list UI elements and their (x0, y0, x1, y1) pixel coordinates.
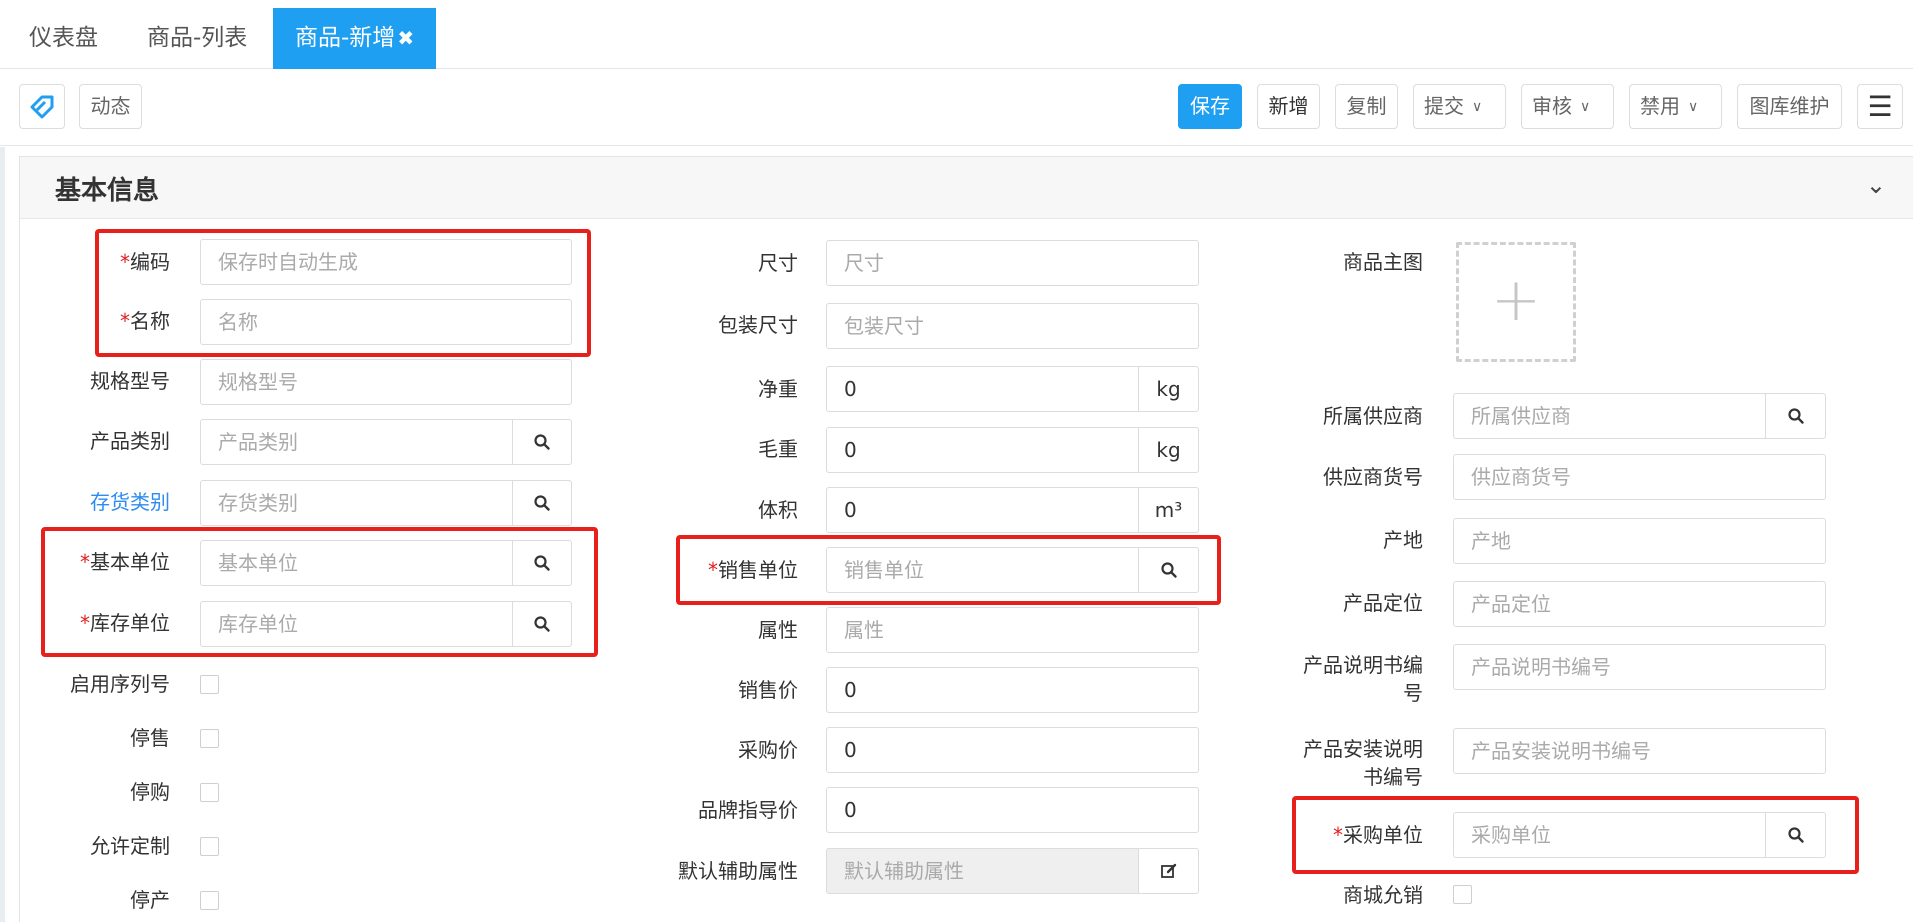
gallery-button[interactable]: 图库维护 (1737, 84, 1842, 129)
mall-allow-label: 商城允销 (1343, 883, 1423, 907)
supplier-search[interactable] (1766, 393, 1826, 439)
tab-product-list[interactable]: 商品-列表 (118, 8, 276, 69)
panel-header[interactable]: 基本信息 ⌄ (20, 157, 1913, 219)
install-no-input[interactable]: 产品安装说明书编号 (1453, 728, 1826, 774)
tag-icon (30, 95, 54, 119)
toolbar: 动态 保存 新增 复制 提交 ∨ 审核 ∨ 禁用 ∨ 图库维护 ☰ (0, 70, 1913, 146)
origin-input[interactable]: 产地 (1453, 518, 1826, 564)
pack-size-input[interactable]: 包装尺寸 (826, 303, 1199, 349)
pack-size-label: 包装尺寸 (718, 313, 798, 337)
spec-label: 规格型号 (90, 369, 170, 393)
tab-product-new[interactable]: 商品-新增 ✖ (273, 8, 437, 69)
spec-input[interactable]: 规格型号 (200, 359, 572, 405)
stop-sale-label: 停售 (130, 726, 170, 750)
purchase-price-label: 采购价 (738, 738, 798, 762)
left-edge (0, 147, 5, 922)
serial-checkbox[interactable] (200, 675, 219, 694)
tab-dashboard[interactable]: 仪表盘 (0, 8, 127, 69)
highlight-box-purchase-unit (1292, 796, 1859, 874)
attribute-label: 属性 (758, 618, 798, 642)
disable-label: 禁用 (1640, 94, 1680, 118)
product-category-input[interactable]: 产品类别 (200, 419, 513, 465)
supplier-label: 所属供应商 (1323, 404, 1423, 428)
volume-input[interactable]: 0 (826, 487, 1139, 533)
submit-dropdown[interactable]: 提交 ∨ (1413, 84, 1506, 129)
edit-icon (1160, 863, 1176, 878)
supplier-no-label: 供应商货号 (1323, 465, 1423, 489)
stop-sale-checkbox[interactable] (200, 729, 219, 748)
tab-label: 商品-列表 (147, 25, 248, 51)
attribute-input[interactable]: 属性 (826, 607, 1199, 653)
stock-category-link[interactable]: 存货类别 (40, 489, 170, 515)
net-weight-unit: kg (1139, 366, 1199, 412)
highlight-box-code-name (95, 229, 591, 357)
serial-label: 启用序列号 (70, 672, 170, 696)
default-aux-label: 默认辅助属性 (678, 859, 798, 883)
tab-bar: 仪表盘 商品-列表 商品-新增 ✖ (0, 0, 1913, 69)
manual-no-input[interactable]: 产品说明书编号 (1453, 644, 1826, 690)
image-upload[interactable]: + (1456, 242, 1576, 362)
chevron-down-icon: ∨ (1472, 99, 1483, 115)
install-no-label: 产品安装说明书编号 (1303, 737, 1423, 789)
highlight-box-sale-unit (676, 535, 1221, 605)
positioning-label: 产品定位 (1343, 591, 1423, 615)
tab-label: 仪表盘 (29, 25, 98, 51)
audit-dropdown[interactable]: 审核 ∨ (1521, 84, 1614, 129)
tag-button[interactable] (19, 84, 65, 129)
default-aux-edit[interactable] (1139, 848, 1199, 894)
search-icon (1787, 408, 1804, 424)
copy-button[interactable]: 复制 (1335, 84, 1398, 129)
size-input[interactable]: 尺寸 (826, 240, 1199, 286)
chevron-down-icon: ∨ (1580, 99, 1591, 115)
panel-title: 基本信息 (55, 176, 160, 206)
main-image-label: 商品主图 (1343, 250, 1423, 274)
add-button[interactable]: 新增 (1257, 84, 1320, 129)
sale-price-label: 销售价 (738, 678, 798, 702)
search-icon (534, 434, 550, 450)
highlight-box-units (41, 527, 598, 657)
audit-label: 审核 (1532, 94, 1572, 118)
purchase-price-input[interactable]: 0 (826, 727, 1199, 773)
product-category-label: 产品类别 (90, 429, 170, 453)
stock-category-search[interactable] (513, 480, 572, 526)
chevron-down-icon[interactable]: ⌄ (1866, 171, 1886, 199)
supplier-input[interactable]: 所属供应商 (1453, 393, 1766, 439)
discontinued-checkbox[interactable] (200, 891, 219, 910)
size-label: 尺寸 (758, 251, 798, 275)
supplier-no-input[interactable]: 供应商货号 (1453, 454, 1826, 500)
customize-label: 允许定制 (90, 834, 170, 858)
customize-checkbox[interactable] (200, 837, 219, 856)
mall-allow-checkbox[interactable] (1453, 885, 1472, 904)
brand-price-label: 品牌指导价 (698, 798, 798, 822)
submit-label: 提交 (1424, 94, 1464, 118)
stop-purchase-checkbox[interactable] (200, 783, 219, 802)
plus-icon: + (1490, 265, 1542, 335)
sale-price-input[interactable]: 0 (826, 667, 1199, 713)
dynamic-button[interactable]: 动态 (79, 84, 142, 129)
origin-label: 产地 (1383, 528, 1423, 552)
brand-price-input[interactable]: 0 (826, 787, 1199, 833)
stop-purchase-label: 停购 (130, 780, 170, 804)
volume-label: 体积 (758, 498, 798, 522)
default-aux-input: 默认辅助属性 (826, 848, 1139, 894)
manual-no-label: 产品说明书编号 (1303, 653, 1423, 705)
volume-unit: m³ (1139, 487, 1199, 533)
net-weight-input[interactable]: 0 (826, 366, 1139, 412)
save-button[interactable]: 保存 (1178, 84, 1242, 129)
disable-dropdown[interactable]: 禁用 ∨ (1629, 84, 1722, 129)
stock-category-input[interactable]: 存货类别 (200, 480, 513, 526)
positioning-input[interactable]: 产品定位 (1453, 581, 1826, 627)
chevron-down-icon: ∨ (1688, 99, 1699, 115)
gross-weight-unit: kg (1139, 427, 1199, 473)
menu-icon[interactable]: ☰ (1857, 84, 1903, 129)
product-category-search[interactable] (513, 419, 572, 465)
gross-weight-input[interactable]: 0 (826, 427, 1139, 473)
gross-weight-label: 毛重 (758, 437, 798, 461)
close-icon[interactable]: ✖ (397, 26, 414, 50)
discontinued-label: 停产 (130, 888, 170, 912)
search-icon (534, 495, 550, 511)
tab-label: 商品-新增 (295, 25, 396, 51)
net-weight-label: 净重 (758, 377, 798, 401)
